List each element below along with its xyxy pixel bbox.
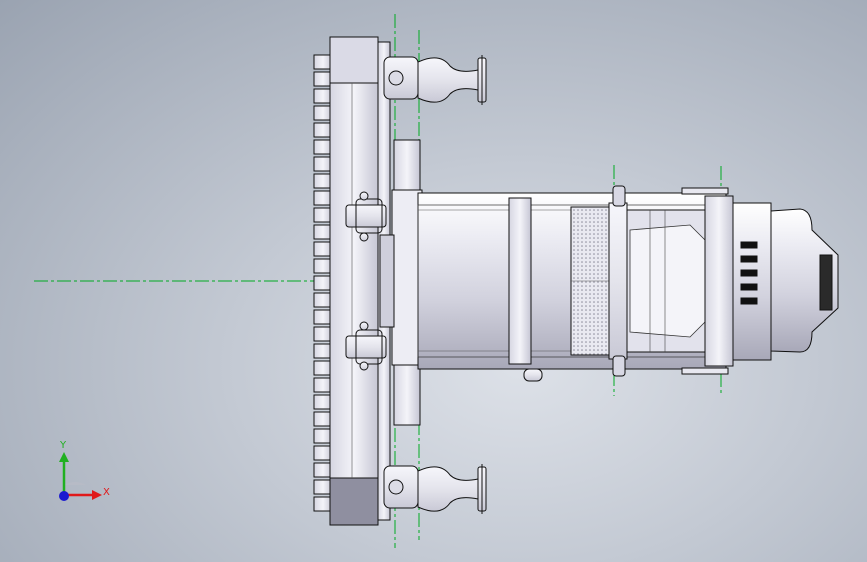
end-cap[interactable] xyxy=(732,202,839,361)
leveling-foot-upper[interactable] xyxy=(383,55,487,105)
drain-plug[interactable] xyxy=(523,368,543,382)
axis-triad-icon: Y X xyxy=(44,440,124,510)
y-axis-label: Y xyxy=(60,440,67,451)
motor-housing[interactable] xyxy=(417,185,734,377)
heat-sink-fins xyxy=(313,54,333,512)
cad-model[interactable] xyxy=(0,0,867,562)
graphics-viewport[interactable]: Y X xyxy=(0,0,867,562)
heat-sink[interactable] xyxy=(313,36,391,526)
leveling-foot-lower[interactable] xyxy=(383,464,487,514)
x-axis-label: X xyxy=(103,487,110,498)
